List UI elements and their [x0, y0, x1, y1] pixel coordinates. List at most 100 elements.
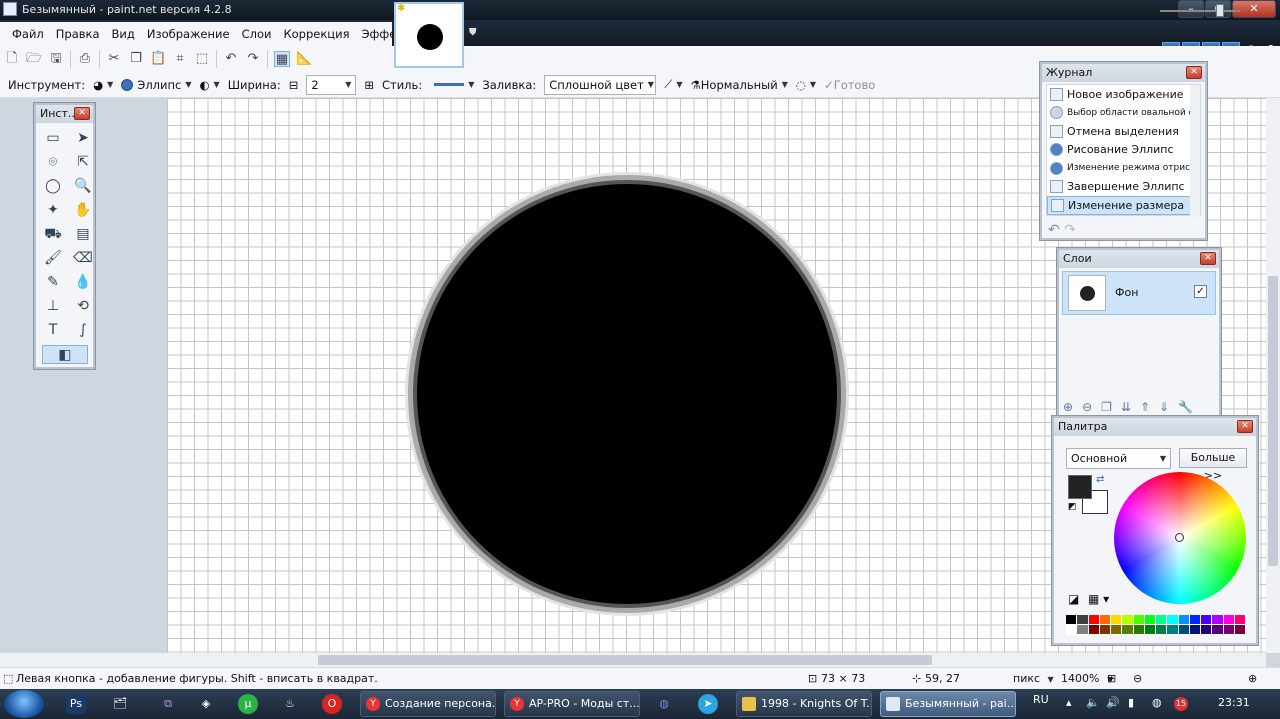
minimize-button[interactable]: –: [1178, 0, 1204, 18]
palette-swatch[interactable]: [1066, 615, 1078, 625]
menu-adjustments[interactable]: Коррекция: [277, 27, 355, 41]
shapes-icon[interactable]: ◧: [42, 345, 88, 364]
photoshop-icon[interactable]: Ps: [66, 694, 86, 714]
palette-swatch[interactable]: [1167, 625, 1179, 635]
paint-bucket-icon[interactable]: ⛟: [42, 225, 64, 244]
taskbar-task-folder[interactable]: 1998 - Knights Of T...: [736, 691, 872, 717]
palette-swatch[interactable]: [1167, 615, 1179, 625]
menu-edit[interactable]: Правка: [50, 27, 106, 41]
zoom-out-icon[interactable]: ⊖: [1133, 672, 1142, 685]
palette-swatch[interactable]: [1066, 625, 1078, 635]
copy-icon[interactable]: ❐: [128, 51, 144, 67]
notification-badge[interactable]: 15: [1174, 697, 1188, 711]
finish-button[interactable]: ✓ Готово: [824, 78, 875, 92]
language-indicator[interactable]: RU: [1033, 693, 1049, 706]
paste-icon[interactable]: 📋: [150, 51, 166, 67]
history-item[interactable]: Рисование Эллипс: [1047, 141, 1200, 160]
palette-swatch[interactable]: [1156, 615, 1168, 625]
ellipse-select-icon[interactable]: ◯: [42, 177, 64, 196]
more-colors-button[interactable]: Больше >>: [1179, 448, 1247, 482]
redo-icon[interactable]: ↷: [245, 51, 261, 67]
save-icon[interactable]: 🖫: [48, 51, 64, 67]
taskbar-task-browser-2[interactable]: Y AP-PRO - Моды ст...: [504, 691, 640, 717]
recolor-icon[interactable]: ⟲: [72, 297, 94, 316]
palette-swatch[interactable]: [1133, 625, 1145, 635]
palette-swatch[interactable]: [1178, 615, 1190, 625]
tools-panel-close-button[interactable]: ✕: [74, 107, 90, 120]
menu-view[interactable]: Вид: [106, 27, 141, 41]
visual-studio-icon[interactable]: ⧉: [158, 694, 178, 714]
color-picker-icon[interactable]: 💧: [72, 273, 94, 292]
open-file-icon[interactable]: 🗁: [26, 51, 42, 67]
undo-icon[interactable]: ↶: [223, 51, 239, 67]
line-curve-icon[interactable]: ∫: [72, 321, 94, 340]
palette-swatch[interactable]: [1189, 625, 1201, 635]
layer-visibility-checkbox[interactable]: ✓: [1194, 285, 1207, 298]
history-item[interactable]: Завершение Эллипс: [1047, 178, 1200, 197]
utorrent-icon[interactable]: µ: [238, 694, 258, 714]
pencil-icon[interactable]: ✎: [42, 273, 64, 292]
palette-options-icon[interactable]: ◪: [1068, 592, 1079, 606]
paintbrush-icon[interactable]: 🖌: [42, 249, 64, 268]
rulers-icon[interactable]: 📐: [296, 51, 312, 67]
clone-stamp-icon[interactable]: ⊥: [42, 297, 64, 316]
palette-swatch[interactable]: [1201, 615, 1213, 625]
palette-menu-icon[interactable]: ▦ ▾: [1088, 592, 1109, 606]
layer-row[interactable]: Фон ✓: [1062, 271, 1216, 315]
zoom-slider-knob[interactable]: [1216, 4, 1224, 17]
new-file-icon[interactable]: 🗋: [4, 51, 20, 67]
palette-swatch[interactable]: [1088, 625, 1100, 635]
primary-color-swatch[interactable]: [1068, 475, 1092, 499]
history-undo-icon[interactable]: ↶: [1048, 222, 1060, 238]
palette-swatch[interactable]: [1077, 625, 1089, 635]
antialiasing-icon[interactable]: ⟋ ▼: [664, 77, 682, 92]
gradient-icon[interactable]: ▤: [72, 225, 94, 244]
palette-swatch[interactable]: [1099, 615, 1111, 625]
telegram-icon[interactable]: ➤: [698, 694, 718, 714]
delete-layer-icon[interactable]: ⊖: [1082, 400, 1092, 414]
history-item[interactable]: Новое изображение: [1047, 85, 1200, 104]
width-decrease-button[interactable]: ⊟: [289, 78, 299, 92]
steam-icon[interactable]: ♨: [280, 694, 300, 714]
horizontal-scroll-thumb[interactable]: [318, 655, 932, 665]
history-scrollbar[interactable]: [1190, 85, 1200, 217]
palette-swatch[interactable]: [1133, 615, 1145, 625]
palette-swatch[interactable]: [1212, 615, 1224, 625]
speaker-icon[interactable]: 🔊: [1106, 696, 1120, 709]
draw-mode-icon[interactable]: ◐ ▼: [200, 78, 220, 92]
palette-swatch[interactable]: [1223, 615, 1235, 625]
blend-mode-selector[interactable]: ⚗ Нормальный ▼: [690, 78, 787, 92]
duplicate-layer-icon[interactable]: ❐: [1101, 400, 1112, 414]
history-redo-icon[interactable]: ↷: [1064, 222, 1076, 238]
history-item-selected[interactable]: Изменение размера: [1047, 196, 1200, 215]
palette-swatch[interactable]: [1178, 625, 1190, 635]
menu-layers[interactable]: Слои: [236, 27, 278, 41]
width-input[interactable]: 2 ▼: [306, 74, 357, 95]
cut-icon[interactable]: ✂: [106, 51, 122, 67]
taskbar-task-paintnet[interactable]: Безымянный - pai...: [880, 691, 1016, 717]
palette-swatch[interactable]: [1189, 615, 1201, 625]
fill-selector[interactable]: Сплошной цвет ▼: [544, 74, 657, 95]
tab-menu-icon[interactable]: ⛊: [469, 27, 477, 38]
zoom-in-icon[interactable]: ⊕: [1248, 672, 1257, 685]
crop-icon[interactable]: ⌗: [172, 51, 188, 67]
zoom-selector[interactable]: 1400% ▼: [1061, 672, 1113, 685]
palette-swatch[interactable]: [1111, 625, 1123, 635]
discord-icon[interactable]: ◍: [654, 694, 674, 714]
taskbar-task-browser-1[interactable]: Y Создание персона...: [360, 691, 496, 717]
history-item[interactable]: Выбор области овальной формы: [1047, 104, 1200, 123]
color-wheel-picker[interactable]: [1175, 533, 1184, 542]
palette-swatch[interactable]: [1122, 615, 1134, 625]
start-button[interactable]: [4, 690, 44, 718]
zoom-to-window-icon[interactable]: ⊞: [1107, 672, 1116, 685]
palette-swatch[interactable]: [1144, 625, 1156, 635]
menu-file[interactable]: Файл: [6, 27, 50, 41]
palette-swatch[interactable]: [1234, 625, 1246, 635]
vertical-scroll-thumb[interactable]: [1268, 276, 1278, 566]
tray-expand-icon[interactable]: ▴: [1066, 696, 1072, 709]
eraser-icon[interactable]: ⌫: [72, 249, 94, 268]
palette-panel-close-button[interactable]: ✕: [1237, 420, 1253, 433]
zoom-slider-track[interactable]: [1160, 10, 1240, 12]
move-layer-up-icon[interactable]: ⇑: [1140, 400, 1150, 414]
horizontal-scrollbar[interactable]: [0, 653, 1266, 667]
